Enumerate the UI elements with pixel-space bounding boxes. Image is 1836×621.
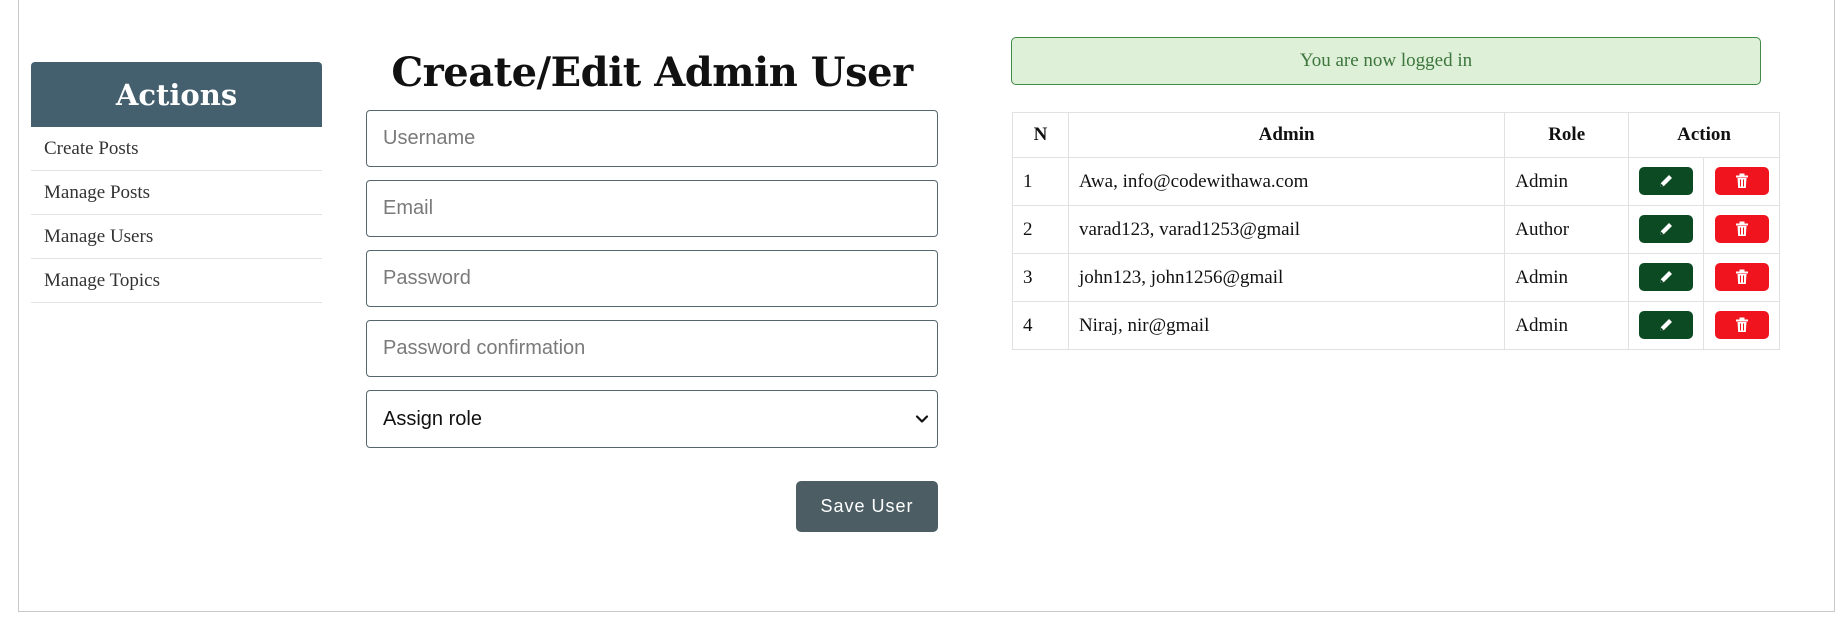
row-number: 1 — [1012, 157, 1069, 206]
row-number: 3 — [1012, 253, 1069, 302]
assign-role-value: Assign role — [383, 407, 482, 430]
delete-button[interactable] — [1714, 263, 1769, 291]
table-row: 4 Niraj, nir@gmail Admin — [1012, 301, 1780, 350]
chevron-down-icon — [915, 415, 929, 423]
pencil-icon — [1660, 223, 1673, 235]
trash-icon — [1735, 173, 1748, 188]
edit-button[interactable] — [1639, 311, 1694, 339]
trash-icon — [1735, 317, 1748, 332]
username-input[interactable] — [366, 110, 938, 167]
role-cell: Admin — [1504, 253, 1630, 302]
table-row: 3 john123, john1256@gmail Admin — [1012, 253, 1780, 302]
sidebar: Actions Create Posts Manage Posts Manage… — [31, 62, 322, 303]
pencil-icon — [1660, 319, 1673, 331]
row-number: 2 — [1012, 205, 1069, 254]
edit-cell — [1628, 301, 1705, 350]
delete-cell — [1703, 157, 1780, 206]
admin-user-form: Create/Edit Admin User Assign role Save … — [366, 40, 938, 532]
row-number: 4 — [1012, 301, 1069, 350]
column-header-n: N — [1012, 112, 1069, 158]
email-input[interactable] — [366, 180, 938, 237]
edit-button[interactable] — [1639, 167, 1694, 195]
delete-cell — [1703, 301, 1780, 350]
pencil-icon — [1660, 271, 1673, 283]
password-confirmation-input[interactable] — [366, 320, 938, 377]
admin-cell: Awa, info@codewithawa.com — [1067, 157, 1506, 206]
column-header-role: Role — [1504, 112, 1630, 158]
form-title: Create/Edit Admin User — [391, 49, 913, 96]
delete-button[interactable] — [1714, 167, 1769, 195]
delete-button[interactable] — [1714, 215, 1769, 243]
admin-cell: john123, john1256@gmail — [1067, 253, 1506, 302]
login-success-alert: You are now logged in — [1011, 37, 1761, 85]
sidebar-item-manage-posts[interactable]: Manage Posts — [31, 171, 322, 215]
edit-cell — [1628, 205, 1705, 254]
assign-role-select[interactable]: Assign role — [366, 390, 938, 448]
role-cell: Author — [1504, 205, 1630, 254]
role-cell: Admin — [1504, 301, 1630, 350]
edit-cell — [1628, 157, 1705, 206]
delete-cell — [1703, 253, 1780, 302]
password-input[interactable] — [366, 250, 938, 307]
sidebar-title: Actions — [31, 62, 322, 127]
trash-icon — [1735, 221, 1748, 236]
column-header-admin: Admin — [1067, 112, 1506, 158]
column-header-action: Action — [1628, 112, 1780, 158]
sidebar-item-manage-topics[interactable]: Manage Topics — [31, 259, 322, 303]
sidebar-item-create-posts[interactable]: Create Posts — [31, 127, 322, 171]
role-cell: Admin — [1504, 157, 1630, 206]
table-header-row: N Admin Role Action — [1012, 112, 1780, 158]
table-row: 2 varad123, varad1253@gmail Author — [1012, 205, 1780, 254]
edit-button[interactable] — [1639, 263, 1694, 291]
table-row: 1 Awa, info@codewithawa.com Admin — [1012, 157, 1780, 206]
admin-cell: varad123, varad1253@gmail — [1067, 205, 1506, 254]
delete-button[interactable] — [1714, 311, 1769, 339]
delete-cell — [1703, 205, 1780, 254]
edit-button[interactable] — [1639, 215, 1694, 243]
pencil-icon — [1660, 175, 1673, 187]
edit-cell — [1628, 253, 1705, 302]
admin-cell: Niraj, nir@gmail — [1067, 301, 1506, 350]
trash-icon — [1735, 269, 1748, 284]
sidebar-item-manage-users[interactable]: Manage Users — [31, 215, 322, 259]
admin-users-table: N Admin Role Action 1 Awa, info@codewith… — [1012, 112, 1780, 350]
save-user-button[interactable]: Save User — [796, 481, 938, 532]
